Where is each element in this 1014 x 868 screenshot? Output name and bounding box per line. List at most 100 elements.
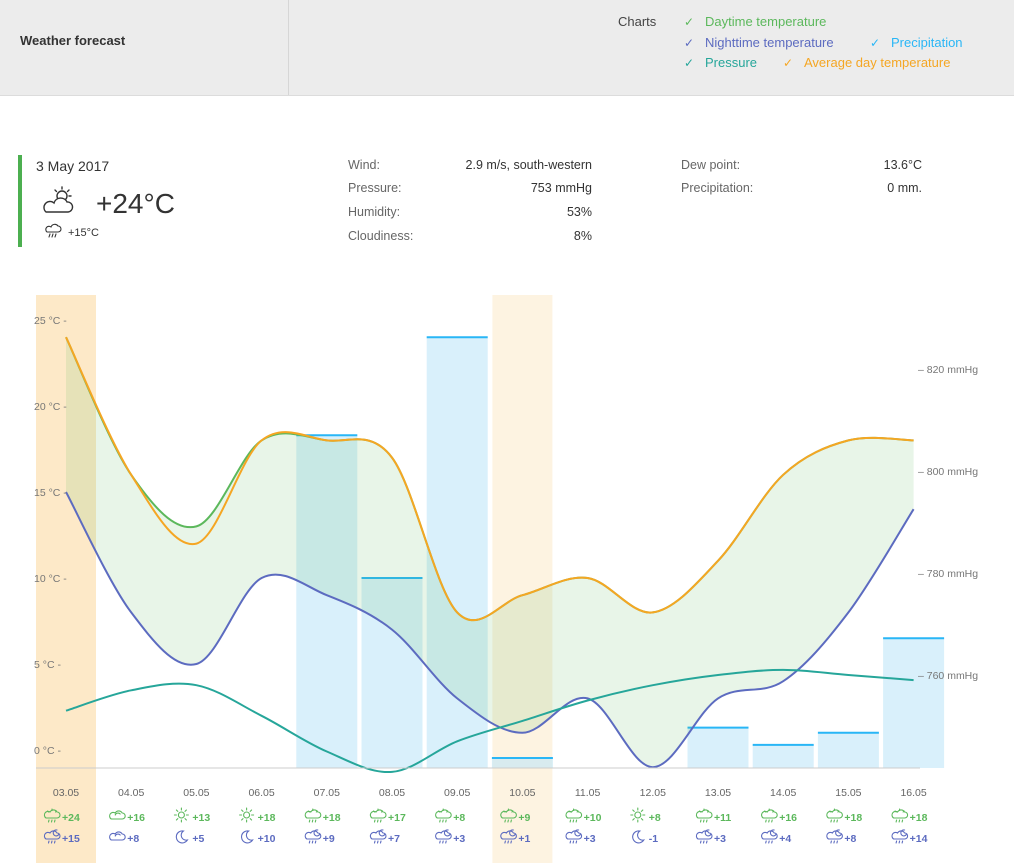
pressure-label: Pressure: — [348, 181, 402, 195]
night-temperature-label: +9 — [323, 833, 335, 845]
y-tick-label-left: 20 °C - — [34, 401, 67, 413]
sun-icon — [173, 807, 189, 823]
y-tick-label-right: – 760 mmHg — [918, 670, 978, 682]
cloudiness-value: 8% — [573, 229, 592, 243]
legend-daytime-temperature[interactable]: ✓ Daytime temperature — [684, 14, 826, 29]
check-icon: ✓ — [870, 36, 881, 50]
partly-cloudy-sun-icon — [43, 186, 74, 213]
day-temperature-label: +18 — [844, 812, 862, 824]
night-temperature-label: +5 — [192, 833, 204, 845]
wind-value: 2.9 m/s, south-western — [465, 158, 592, 172]
cloud-sun-rain-icon — [435, 808, 452, 823]
night-temperature-label: +8 — [844, 833, 856, 845]
legend-label: Pressure — [705, 55, 758, 70]
night-temperature-label: +3 — [714, 833, 726, 845]
charts-label: Charts — [618, 14, 657, 29]
y-tick-label-right: – 780 mmHg — [918, 568, 978, 580]
check-icon: ✓ — [783, 56, 794, 70]
x-tick-label: 16.05 — [900, 787, 926, 799]
cloud-moon-rain-icon — [826, 829, 843, 844]
x-tick-label: 11.05 — [575, 787, 601, 799]
day-temperature-label: +10 — [584, 812, 602, 824]
header-divider — [288, 0, 289, 95]
precipitation-value: 0 mm. — [887, 181, 922, 195]
day-temperature-label: +11 — [714, 812, 731, 824]
night-temperature-label: +3 — [584, 833, 596, 845]
cloudiness-label: Cloudiness: — [348, 229, 414, 243]
night-temperature-label: +7 — [388, 833, 400, 845]
day-temperature-label: +13 — [192, 812, 210, 824]
header: Weather forecast Charts ✓ Daytime tempera… — [0, 0, 1014, 96]
x-tick-label: 06.05 — [248, 787, 274, 799]
x-tick-label: 07.05 — [314, 787, 340, 799]
x-tick-label: 03.05 — [53, 787, 79, 799]
cloud-moon-rain-icon — [565, 829, 583, 844]
y-tick-label-right: – 820 mmHg — [918, 364, 978, 376]
y-tick-label-right: – 800 mmHg — [918, 466, 978, 478]
x-tick-label: 04.05 — [118, 787, 144, 799]
dew-point-value: 13.6°C — [883, 158, 922, 172]
current-date: 3 May 2017 — [36, 158, 110, 174]
legend-average-day-temperature[interactable]: ✓ Average day temperature — [783, 55, 950, 70]
sun-icon — [239, 807, 255, 823]
forecast-chart: 0 °C - 5 °C - 10 °C - 15 °C - 20 °C - 25 °C -… — [34, 295, 978, 863]
night-temperature: +15°C — [68, 227, 100, 239]
night-temperature-label: +8 — [127, 833, 139, 845]
day-temperature-label: +18 — [910, 812, 928, 824]
legend-precipitation[interactable]: ✓ Precipitation — [870, 35, 963, 50]
dew-point-label: Dew point: — [681, 158, 741, 172]
current-day-accent-bar — [18, 155, 22, 247]
cloud-sun-rain-icon — [695, 808, 713, 823]
x-tick-label: 15.05 — [835, 787, 861, 799]
y-tick-label-left: 10 °C - — [34, 573, 67, 585]
legend-label: Nighttime temperature — [705, 35, 834, 50]
precipitation-bar — [687, 727, 749, 768]
cloud-sun-rain-icon — [761, 808, 778, 823]
humidity-label: Humidity: — [348, 205, 401, 219]
legend-nighttime-temperature[interactable]: ✓ Nighttime temperature — [684, 35, 834, 50]
x-tick-label: 08.05 — [379, 787, 405, 799]
day-temperature-label: +24 — [62, 812, 80, 824]
x-tick-label: 12.05 — [640, 787, 666, 799]
day-temperature-label: +18 — [323, 812, 341, 824]
day-temperature-label: +9 — [518, 812, 530, 824]
y-tick-label-left: 0 °C - — [34, 745, 61, 757]
page-title: Weather forecast — [20, 33, 126, 48]
cloud-moon-rain-icon — [369, 829, 387, 844]
y-tick-label-left: 25 °C - — [34, 315, 67, 327]
check-icon: ✓ — [684, 36, 695, 50]
x-tick-label: 14.05 — [770, 787, 796, 799]
temperature-range-area — [66, 337, 914, 768]
cloud-moon-rain-icon — [304, 829, 322, 844]
x-tick-label: 10.05 — [509, 787, 535, 799]
day-temperature-label: +18 — [258, 812, 276, 824]
cloud-icon — [109, 831, 126, 841]
sun-icon — [630, 807, 646, 823]
day-temperature-label: +16 — [127, 812, 145, 824]
humidity-value: 53% — [566, 205, 592, 219]
x-tick-label: 05.05 — [183, 787, 209, 799]
precipitation-bar — [883, 638, 945, 768]
cloud-sun-rain-icon — [369, 808, 387, 823]
legend-label: Average day temperature — [804, 55, 951, 70]
legend-label: Daytime temperature — [705, 14, 827, 29]
x-tick-label: 09.05 — [444, 787, 470, 799]
highlight-column-10.05 — [492, 295, 553, 863]
cloud-moon-rain-icon — [761, 829, 778, 844]
check-icon: ✓ — [684, 15, 695, 29]
cloud-moon-rain-icon — [435, 829, 452, 844]
legend-pressure[interactable]: ✓ Pressure — [684, 55, 757, 70]
night-temperature-label: -1 — [649, 833, 658, 845]
night-temperature-label: +14 — [910, 833, 928, 845]
night-temperature-label: +1 — [518, 833, 530, 845]
x-tick-label: 13.05 — [705, 787, 731, 799]
current-temperature: +24°C — [96, 188, 175, 219]
moon-icon — [175, 830, 189, 844]
night-temperature-label: +4 — [779, 833, 791, 845]
y-tick-label-left: 5 °C - — [34, 659, 61, 671]
day-temperature-label: +8 — [649, 812, 661, 824]
precipitation-bar — [752, 744, 814, 768]
cloud-icon — [109, 810, 126, 820]
cloud-sun-rain-icon — [565, 808, 583, 823]
cloud-rain-icon — [45, 223, 62, 238]
